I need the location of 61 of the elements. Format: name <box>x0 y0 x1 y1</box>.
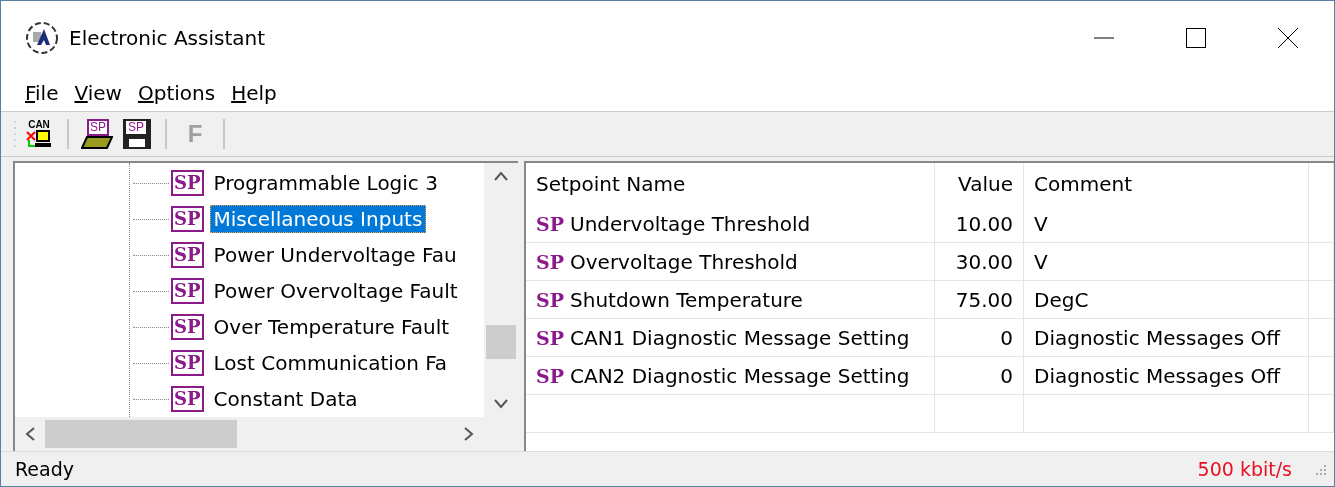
tree-item[interactable]: Power Undervoltage Fau <box>209 241 461 269</box>
can-label: CAN <box>28 120 50 130</box>
network-button[interactable]: CAN <box>21 116 57 152</box>
setpoint-icon: SP <box>171 206 204 232</box>
scroll-left-icon <box>25 427 35 441</box>
computer-icon <box>25 130 53 148</box>
menu-item[interactable]: Options <box>129 81 224 105</box>
setpoint-name: Undervoltage Threshold <box>570 211 811 236</box>
value-cell: 0 <box>1000 363 1013 388</box>
app-logo-icon <box>25 21 59 55</box>
scroll-up-icon <box>494 171 508 181</box>
open-button[interactable]: SP <box>79 116 115 152</box>
maximize-icon <box>1186 28 1206 48</box>
sp-label: SP <box>87 119 109 136</box>
setpoint-icon: SP <box>171 278 204 304</box>
column-header[interactable]: Value <box>934 163 1024 205</box>
scroll-down-icon <box>494 399 508 409</box>
tree-item[interactable]: Miscellaneous Inputs <box>209 205 427 233</box>
value-cell: 10.00 <box>955 211 1013 236</box>
scroll-right-icon <box>464 427 474 441</box>
comment-cell: V <box>1034 249 1048 274</box>
scroll-thumb[interactable] <box>45 420 237 448</box>
comment-cell: Diagnostic Messages Off <box>1034 325 1280 350</box>
comment-cell: DegC <box>1034 287 1089 312</box>
setpoint-name: CAN2 Diagnostic Message Setting <box>570 363 910 388</box>
value-cell: 30.00 <box>955 249 1013 274</box>
tree-item[interactable]: Constant Data <box>209 385 362 413</box>
setpoint-name: CAN1 Diagnostic Message Setting <box>570 325 910 350</box>
setpoint-icon: SP <box>171 242 204 268</box>
menu-item[interactable]: File <box>17 81 67 105</box>
status-text: Ready <box>15 458 74 480</box>
setpoint-icon: SP <box>536 212 564 235</box>
column-header[interactable]: Setpoint Name <box>526 163 935 205</box>
setpoint-icon: SP <box>171 350 204 376</box>
setpoint-icon: SP <box>536 326 564 349</box>
column-header[interactable]: Comment <box>1023 163 1309 205</box>
setpoint-icon: SP <box>171 314 204 340</box>
value-cell: 0 <box>1000 325 1013 350</box>
menu-item[interactable]: Help <box>223 81 285 105</box>
sp-label: SP <box>126 121 146 134</box>
setpoint-icon: SP <box>536 288 564 311</box>
setpoint-name: Shutdown Temperature <box>570 287 803 312</box>
menu-item[interactable]: View <box>66 81 130 105</box>
comment-cell: Diagnostic Messages Off <box>1034 363 1280 388</box>
value-cell: 75.00 <box>955 287 1013 312</box>
minimize-icon <box>1094 37 1114 39</box>
setpoint-icon: SP <box>171 170 204 196</box>
tree-item[interactable]: Power Overvoltage Fault <box>209 277 462 305</box>
folder-icon <box>81 135 113 149</box>
tree-item[interactable]: Over Temperature Fault <box>209 313 454 341</box>
tree-item[interactable]: Lost Communication Fa <box>209 349 452 377</box>
bitrate-text: 500 kbit/s <box>1197 458 1293 480</box>
setpoint-icon: SP <box>536 250 564 273</box>
tree-item[interactable]: Programmable Logic 3 <box>209 169 442 197</box>
window-title: Electronic Assistant <box>69 26 266 50</box>
close-icon <box>1278 28 1298 48</box>
comment-cell: V <box>1034 211 1048 236</box>
setpoint-name: Overvoltage Threshold <box>570 249 798 274</box>
setpoint-icon: SP <box>171 386 204 412</box>
setpoint-icon: SP <box>536 364 564 387</box>
scroll-thumb[interactable] <box>486 325 516 359</box>
